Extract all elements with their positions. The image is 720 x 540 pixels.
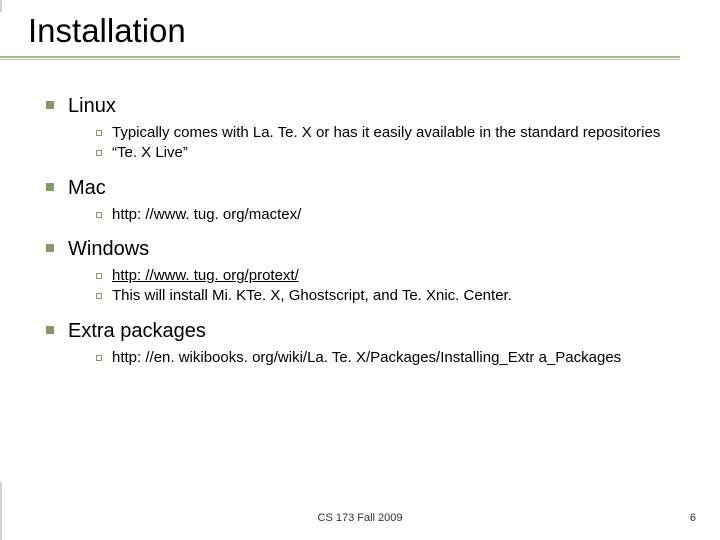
hollow-square-bullet-icon	[96, 212, 102, 218]
title-block: Installation	[0, 0, 720, 60]
list-item: http: //www. tug. org/protext/	[96, 267, 696, 286]
section: Extra packages http: //en. wikibooks. org…	[28, 319, 696, 379]
item-text: Typically comes with La. Te. X or has it…	[112, 124, 660, 143]
section-items: http: //en. wikibooks. org/wiki/La. Te. …	[28, 343, 696, 379]
item-text: This will install Mi. KTe. X, Ghostscrip…	[112, 287, 512, 306]
section: Linux Typically comes with La. Te. X or h…	[28, 94, 696, 174]
list-item: This will install Mi. KTe. X, Ghostscrip…	[96, 287, 696, 306]
square-bullet-icon	[46, 183, 54, 191]
section-items: Typically comes with La. Te. X or has it…	[28, 118, 696, 174]
section-heading: Mac	[68, 176, 106, 200]
slide: Installation Linux Typically comes with L…	[0, 0, 720, 540]
list-item: “Te. X Live”	[96, 144, 696, 163]
content-area: Linux Typically comes with La. Te. X or h…	[0, 60, 720, 379]
item-text: http: //en. wikibooks. org/wiki/La. Te. …	[112, 349, 621, 368]
title-underline	[0, 56, 680, 60]
hollow-square-bullet-icon	[96, 130, 102, 136]
section-heading-row: Windows	[28, 237, 696, 261]
square-bullet-icon	[46, 326, 54, 334]
list-item: http: //www. tug. org/mactex/	[96, 206, 696, 225]
square-bullet-icon	[46, 101, 54, 109]
section-items: http: //www. tug. org/protext/This will …	[28, 261, 696, 317]
section-items: http: //www. tug. org/mactex/	[28, 200, 696, 236]
hollow-square-bullet-icon	[96, 273, 102, 279]
slide-title: Installation	[28, 12, 720, 50]
hollow-square-bullet-icon	[96, 150, 102, 156]
section-heading-row: Mac	[28, 176, 696, 200]
section-heading-row: Linux	[28, 94, 696, 118]
footer-center: CS 173 Fall 2009	[0, 512, 720, 524]
section: Mac http: //www. tug. org/mactex/	[28, 176, 696, 236]
section-heading-row: Extra packages	[28, 319, 696, 343]
edge-decoration	[0, 0, 2, 12]
square-bullet-icon	[46, 244, 54, 252]
hollow-square-bullet-icon	[96, 293, 102, 299]
section: Windowshttp: //www. tug. org/protext/Thi…	[28, 237, 696, 317]
link-text[interactable]: http: //www. tug. org/protext/	[112, 267, 299, 286]
list-item: Typically comes with La. Te. X or has it…	[96, 124, 696, 143]
section-heading: Linux	[68, 94, 116, 118]
hollow-square-bullet-icon	[96, 355, 102, 361]
edge-decoration	[0, 482, 2, 540]
section-heading: Windows	[68, 237, 149, 261]
footer-page-number: 6	[690, 512, 696, 524]
item-text: http: //www. tug. org/mactex/	[112, 206, 301, 225]
item-text: “Te. X Live”	[112, 144, 188, 163]
section-heading: Extra packages	[68, 319, 206, 343]
list-item: http: //en. wikibooks. org/wiki/La. Te. …	[96, 349, 696, 368]
